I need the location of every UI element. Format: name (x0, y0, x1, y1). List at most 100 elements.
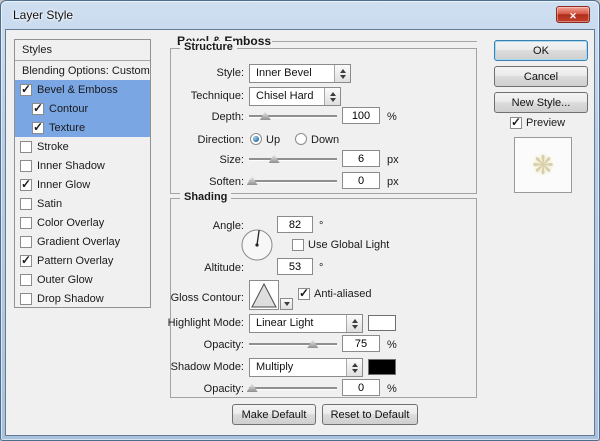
styles-list-item-label: Color Overlay (37, 217, 104, 229)
make-default-button[interactable]: Make Default (232, 404, 316, 425)
reset-to-default-button[interactable]: Reset to Default (322, 404, 418, 425)
size-unit: px (387, 154, 399, 166)
styles-list-item[interactable]: Inner Shadow (15, 156, 150, 175)
styles-list-item[interactable]: Contour (15, 99, 150, 118)
anti-aliased-checkbox[interactable] (298, 288, 310, 300)
angle-dial[interactable] (240, 228, 274, 262)
soften-input[interactable] (342, 172, 380, 189)
style-enable-checkbox[interactable] (20, 198, 32, 210)
styles-list-item[interactable]: Color Overlay (15, 213, 150, 232)
highlight-opacity-slider[interactable] (249, 337, 337, 350)
direction-up-label: Up (266, 134, 280, 146)
depth-slider[interactable] (249, 109, 337, 122)
highlight-opacity-unit: % (387, 339, 397, 351)
gloss-contour-picker-arrow[interactable] (280, 298, 293, 310)
highlight-mode-value: Linear Light (256, 317, 314, 329)
styles-list-item[interactable]: Drop Shadow (15, 289, 150, 308)
dropdown-arrows-icon (346, 359, 362, 376)
highlight-color-swatch[interactable] (368, 315, 396, 331)
direction-down-label: Down (311, 134, 339, 146)
divider (272, 41, 477, 42)
dropdown-arrows-icon (334, 65, 350, 82)
styles-list-item-label: Bevel & Emboss (37, 84, 118, 96)
shadow-opacity-unit: % (387, 383, 397, 395)
style-enable-checkbox[interactable] (20, 160, 32, 172)
size-slider[interactable] (249, 152, 337, 165)
technique-dropdown[interactable]: Chisel Hard (249, 87, 341, 106)
depth-label: Depth: (132, 111, 244, 123)
close-button[interactable] (556, 6, 590, 23)
slider-track[interactable] (249, 158, 337, 160)
slider-track[interactable] (249, 180, 337, 182)
soften-unit: px (387, 176, 399, 188)
style-dropdown-value: Inner Bevel (256, 67, 312, 79)
direction-down-radio[interactable] (295, 133, 307, 145)
style-enable-checkbox[interactable] (20, 293, 32, 305)
styles-list-item-label: Stroke (37, 141, 69, 153)
style-enable-checkbox[interactable] (20, 179, 32, 191)
slider-track[interactable] (249, 343, 337, 345)
dropdown-arrows-icon (346, 315, 362, 332)
cone-contour-icon (250, 281, 278, 309)
shadow-mode-dropdown[interactable]: Multiply (249, 358, 363, 377)
new-style-button[interactable]: New Style... (494, 92, 588, 113)
highlight-opacity-input[interactable] (342, 335, 380, 352)
shadow-opacity-slider[interactable] (249, 381, 337, 394)
styles-list-item-label: Texture (49, 122, 85, 134)
size-label: Size: (132, 154, 244, 166)
angle-input[interactable] (277, 216, 313, 233)
styles-list-item[interactable]: Stroke (15, 137, 150, 156)
window-title: Layer Style (13, 8, 73, 22)
gloss-contour-thumbnail[interactable] (249, 280, 279, 310)
styles-list-item[interactable]: Blending Options: Custom (15, 61, 150, 80)
styles-list-item[interactable]: Texture (15, 118, 150, 137)
style-label: Style: (132, 67, 244, 79)
direction-up-radio[interactable] (250, 133, 262, 145)
styles-list: Blending Options: Custom Bevel & Emboss … (15, 61, 150, 308)
shadow-opacity-input[interactable] (342, 379, 380, 396)
styles-list-item-label: Outer Glow (37, 274, 93, 286)
size-input[interactable] (342, 150, 380, 167)
styles-list-item[interactable]: Satin (15, 194, 150, 213)
slider-track[interactable] (249, 387, 337, 389)
styles-list-item-label: Satin (37, 198, 62, 210)
style-enable-checkbox[interactable] (20, 274, 32, 286)
style-enable-checkbox[interactable] (20, 217, 32, 229)
styles-list-item-label: Gradient Overlay (37, 236, 120, 248)
layer-style-dialog: Layer Style Styles Blending Options: Cus… (0, 0, 600, 441)
style-enable-checkbox[interactable] (20, 255, 32, 267)
styles-list-item[interactable]: Inner Glow (15, 175, 150, 194)
styles-list-item[interactable]: Outer Glow (15, 270, 150, 289)
anti-aliased-label: Anti-aliased (314, 288, 371, 300)
technique-label: Technique: (132, 90, 244, 102)
shading-group-title: Shading (180, 191, 231, 203)
styles-list-item-label: Blending Options: Custom (22, 65, 150, 77)
soften-slider[interactable] (249, 174, 337, 187)
styles-list-item-label: Drop Shadow (37, 293, 104, 305)
preview-checkbox[interactable] (510, 117, 522, 129)
styles-list-item[interactable]: Pattern Overlay (15, 251, 150, 270)
highlight-mode-dropdown[interactable]: Linear Light (249, 314, 363, 333)
style-enable-checkbox[interactable] (20, 236, 32, 248)
use-global-light-checkbox[interactable] (292, 239, 304, 251)
style-enable-checkbox[interactable] (32, 103, 44, 115)
styles-list-item[interactable]: Gradient Overlay (15, 232, 150, 251)
angle-unit: ° (319, 220, 323, 232)
ok-button[interactable]: OK (494, 40, 588, 61)
style-enable-checkbox[interactable] (20, 84, 32, 96)
styles-list-item[interactable]: Bevel & Emboss (15, 80, 150, 99)
style-enable-checkbox[interactable] (32, 122, 44, 134)
altitude-unit: ° (319, 262, 323, 274)
altitude-input[interactable] (277, 258, 313, 275)
dialog-body: Styles Blending Options: Custom Bevel & … (5, 29, 595, 436)
depth-input[interactable] (342, 107, 380, 124)
style-enable-checkbox[interactable] (20, 141, 32, 153)
styles-list-item-label: Inner Glow (37, 179, 90, 191)
cancel-button[interactable]: Cancel (494, 66, 588, 87)
highlight-opacity-label: Opacity: (132, 339, 244, 351)
dropdown-arrows-icon (324, 88, 340, 105)
shadow-opacity-label: Opacity: (132, 383, 244, 395)
titlebar[interactable]: Layer Style (1, 1, 599, 29)
shadow-color-swatch[interactable] (368, 359, 396, 375)
style-dropdown[interactable]: Inner Bevel (249, 64, 351, 83)
